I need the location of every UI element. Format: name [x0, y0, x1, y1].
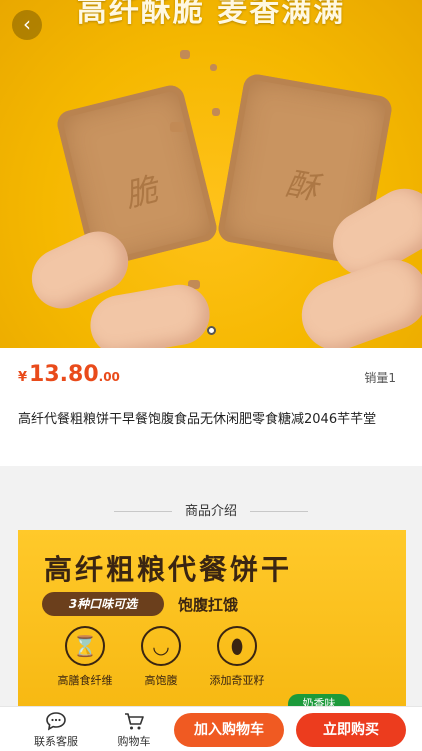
- seed-icon: ⬮: [217, 626, 257, 666]
- feature-chia: ⬮ 添加奇亚籽: [192, 626, 282, 688]
- buy-now-button[interactable]: 立即购买: [296, 713, 406, 747]
- poster-subtitle: 饱腹扛饿: [178, 596, 239, 614]
- price-decimal: .00: [98, 370, 120, 384]
- divider-right: [250, 511, 308, 512]
- add-to-cart-button[interactable]: 加入购物车: [174, 713, 284, 747]
- cart-icon: [125, 713, 144, 730]
- crumb: [180, 50, 190, 59]
- sales-count: 销量1: [364, 371, 396, 385]
- bottom-action-bar: 联系客服 购物车 加入购物车 立即购买: [0, 706, 422, 751]
- product-image-carousel[interactable]: 高纤酥脆 麦香满满 脆 酥 ‹: [0, 0, 422, 348]
- chat-icon: [46, 712, 66, 731]
- customer-service-button[interactable]: 联系客服: [26, 711, 86, 749]
- carousel-indicator[interactable]: [207, 326, 216, 335]
- poster-title: 高纤粗粮代餐饼干: [44, 553, 293, 586]
- back-button[interactable]: ‹: [12, 10, 42, 40]
- crumb: [212, 108, 220, 116]
- service-label: 联系客服: [34, 735, 78, 748]
- currency-symbol: ¥: [18, 370, 28, 385]
- cart-label: 购物车: [117, 735, 151, 748]
- cart-button[interactable]: 购物车: [104, 711, 164, 749]
- biscuit-emboss: 酥: [283, 163, 322, 207]
- banner-text: 高纤酥脆 麦香满满: [76, 0, 346, 29]
- price: ¥13.80.00: [18, 362, 120, 387]
- feature-label: 添加奇亚籽: [209, 674, 265, 687]
- section-heading: 商品介绍: [184, 504, 237, 519]
- biscuit-emboss: 脆: [120, 170, 162, 215]
- crumb: [210, 64, 217, 71]
- price-row: ¥13.80.00 销量1: [0, 348, 422, 402]
- chevron-left-icon: ‹: [23, 12, 31, 36]
- price-integer: 13.80: [29, 362, 99, 387]
- poster-pill: 3种口味可选: [42, 592, 164, 616]
- detail-poster: 高纤粗粮代餐饼干 3种口味可选 饱腹扛饿 ⌛ 高膳食纤维 ◡ 高饱腹 ⬮ 添加奇…: [18, 530, 406, 706]
- hourglass-icon: ⌛: [65, 626, 105, 666]
- crumb: [170, 122, 184, 132]
- flavor-badge: 奶香味: [288, 694, 350, 706]
- product-title: 高纤代餐粗粮饼干早餐饱腹食品无休闲肥零食糖减2046芊芊堂: [18, 412, 377, 427]
- belly-icon: ◡: [141, 626, 181, 666]
- product-title-box: 高纤代餐粗粮饼干早餐饱腹食品无休闲肥零食糖减2046芊芊堂: [0, 402, 422, 466]
